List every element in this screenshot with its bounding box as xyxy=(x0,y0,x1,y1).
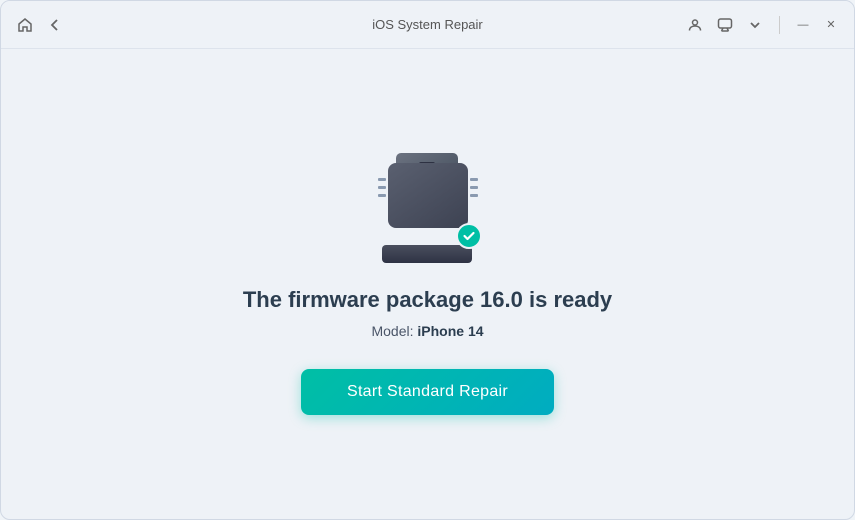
home-icon[interactable] xyxy=(15,15,35,35)
pin xyxy=(470,178,478,181)
model-info: Model: iPhone 14 xyxy=(371,323,483,339)
chip-pins-right xyxy=(470,178,478,197)
model-label: Model: xyxy=(371,323,417,339)
chip-base xyxy=(382,245,472,263)
separator xyxy=(779,16,780,34)
start-standard-repair-button[interactable]: Start Standard Repair xyxy=(301,369,554,415)
pin xyxy=(470,186,478,189)
pin xyxy=(378,186,386,189)
minimize-button[interactable]: — xyxy=(794,16,812,34)
chip-body xyxy=(388,163,468,228)
title-bar-left xyxy=(15,15,65,35)
chat-icon[interactable] xyxy=(715,15,735,35)
main-content: The firmware package 16.0 is ready Model… xyxy=(1,49,854,519)
back-icon[interactable] xyxy=(45,15,65,35)
title-bar: iOS System Repair xyxy=(1,1,854,49)
device-illustration xyxy=(368,153,488,263)
firmware-status: The firmware package 16.0 is ready xyxy=(243,287,612,313)
pin xyxy=(470,194,478,197)
window-title: iOS System Repair xyxy=(372,17,483,32)
pin xyxy=(378,194,386,197)
user-icon[interactable] xyxy=(685,15,705,35)
chip-pins-left xyxy=(378,178,386,197)
chevron-down-icon[interactable] xyxy=(745,15,765,35)
app-window: iOS System Repair xyxy=(0,0,855,520)
close-button[interactable]: ✕ xyxy=(822,16,840,34)
check-badge xyxy=(456,223,482,249)
model-value: iPhone 14 xyxy=(417,323,483,339)
pin xyxy=(378,178,386,181)
title-bar-right: — ✕ xyxy=(685,15,840,35)
